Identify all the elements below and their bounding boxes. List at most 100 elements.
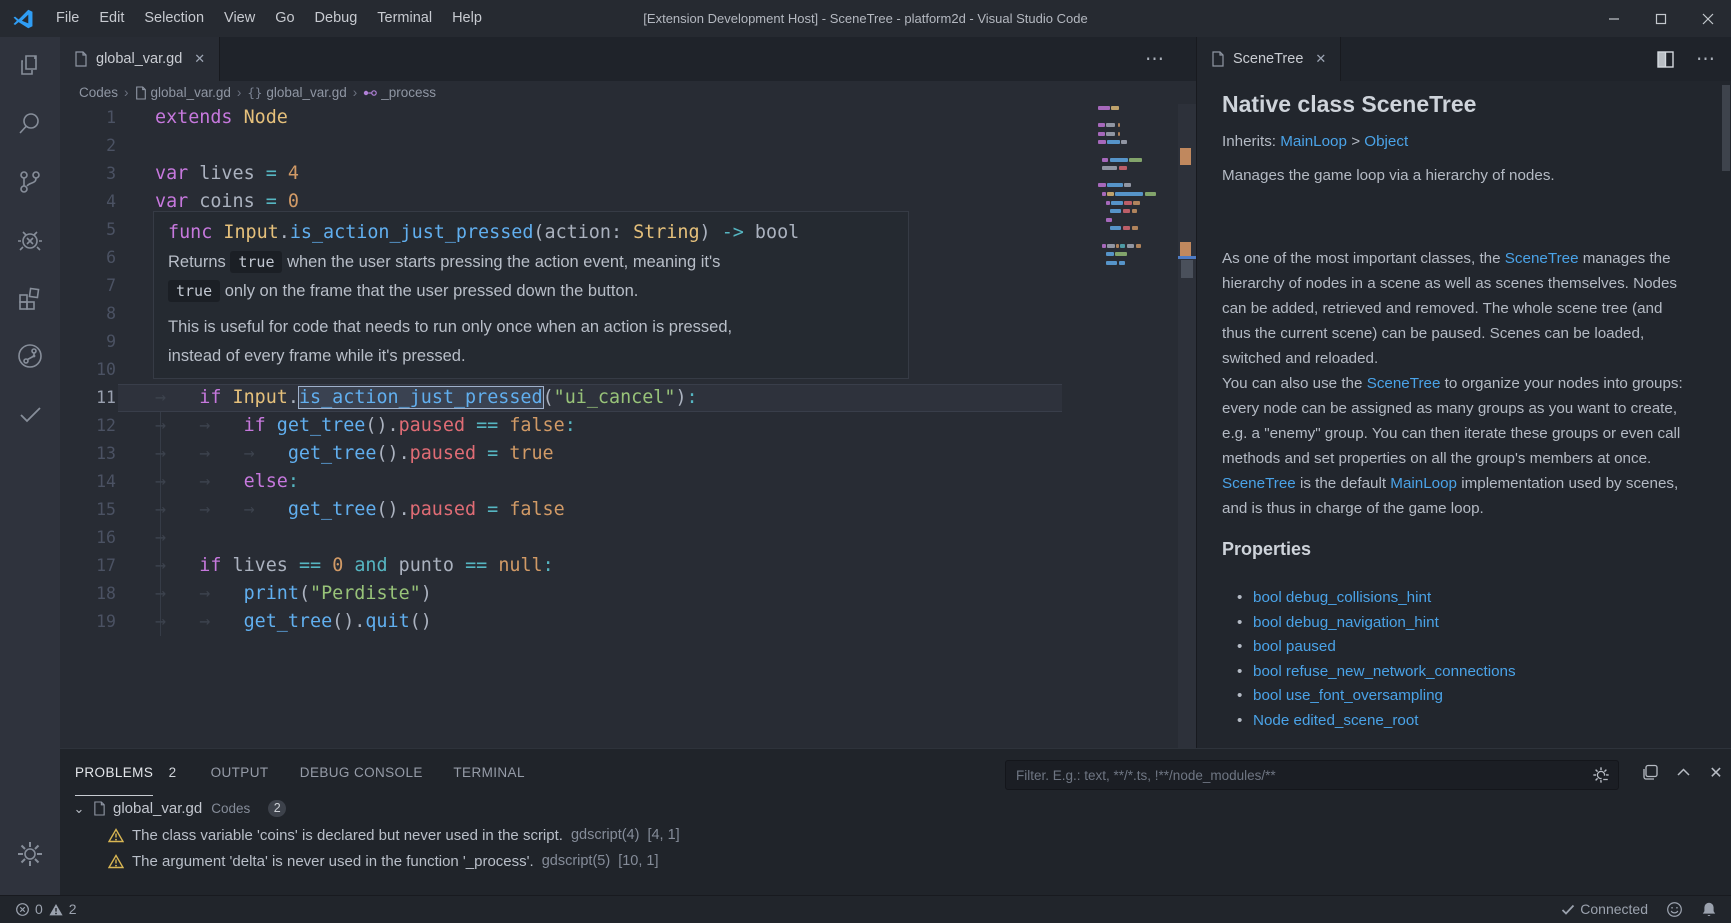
code-line-14[interactable]: 14→→else:: [60, 468, 1196, 496]
panel-tab-problems[interactable]: PROBLEMS: [75, 749, 153, 796]
doc-property-link[interactable]: bool use_font_oversampling: [1253, 687, 1443, 704]
code-line-11[interactable]: 11→if Input.is_action_just_pressed("ui_c…: [60, 384, 1196, 412]
line-number[interactable]: 14: [60, 468, 116, 496]
more-actions-icon[interactable]: ⋯: [1145, 48, 1165, 71]
line-number[interactable]: 12: [60, 412, 116, 440]
code-line-13[interactable]: 13→→→get_tree().paused = true: [60, 440, 1196, 468]
menu-terminal[interactable]: Terminal: [367, 0, 442, 37]
notifications-bell-icon[interactable]: [1692, 896, 1731, 923]
code-token: :: [611, 222, 622, 243]
maximize-icon[interactable]: [1637, 0, 1684, 37]
code-line-16[interactable]: 16→: [60, 524, 1196, 552]
maximize-panel-icon[interactable]: [1668, 749, 1698, 796]
minimap-token: [1127, 244, 1135, 248]
search-icon[interactable]: [0, 95, 60, 153]
menu-edit[interactable]: Edit: [89, 0, 134, 37]
code-line-18[interactable]: 18→→print("Perdiste"): [60, 580, 1196, 608]
problems-status[interactable]: 0 2: [13, 896, 79, 923]
code-line-3[interactable]: 3var lives = 4: [60, 160, 1196, 188]
menu-selection[interactable]: Selection: [134, 0, 214, 37]
line-number[interactable]: 8: [60, 300, 116, 328]
line-number[interactable]: 11: [60, 384, 116, 412]
tab-scenetree[interactable]: SceneTree ✕: [1197, 37, 1341, 81]
godot-tools-icon[interactable]: [0, 327, 60, 385]
filter-icon[interactable]: [1592, 766, 1610, 784]
line-number[interactable]: 17: [60, 552, 116, 580]
doc-property-link[interactable]: bool debug_collisions_hint: [1253, 589, 1431, 606]
menu-help[interactable]: Help: [442, 0, 492, 37]
problems-group-row[interactable]: ⌄global_var.gdCodes2: [60, 796, 1731, 821]
group-by-icon[interactable]: [1635, 749, 1665, 796]
split-editor-icon[interactable]: [1657, 51, 1674, 68]
menu-view[interactable]: View: [214, 0, 265, 37]
line-number[interactable]: 10: [60, 356, 116, 384]
menu-go[interactable]: Go: [265, 0, 304, 37]
problem-source: gdscript(5): [542, 853, 611, 869]
minimap[interactable]: [1098, 106, 1170, 286]
minimap-token: [1106, 132, 1115, 136]
line-number[interactable]: 16: [60, 524, 116, 552]
source-control-icon[interactable]: [0, 153, 60, 211]
doc-link[interactable]: SceneTree: [1222, 475, 1296, 492]
doc-link[interactable]: Object: [1364, 133, 1408, 150]
breadcrumb-item[interactable]: global_var.gd: [135, 85, 231, 100]
close-icon[interactable]: [1684, 0, 1731, 37]
code-token: [212, 222, 223, 243]
code-line-15[interactable]: 15→→→get_tree().paused = false: [60, 496, 1196, 524]
line-number[interactable]: 13: [60, 440, 116, 468]
line-number[interactable]: 3: [60, 160, 116, 188]
minimize-icon[interactable]: [1590, 0, 1637, 37]
panel-tab-output[interactable]: OUTPUT: [211, 749, 269, 796]
panel-tab-terminal[interactable]: TERMINAL: [453, 749, 524, 796]
line-number[interactable]: 18: [60, 580, 116, 608]
chevron-down-icon[interactable]: ⌄: [69, 801, 89, 817]
line-number[interactable]: 9: [60, 328, 116, 356]
editor-scrollbar-thumb[interactable]: [1181, 260, 1193, 278]
doc-link[interactable]: MainLoop: [1280, 133, 1347, 150]
line-number[interactable]: 4: [60, 188, 116, 216]
breadcrumb-item[interactable]: _process: [363, 85, 436, 100]
more-actions-icon[interactable]: ⋯: [1696, 48, 1716, 71]
code-line-17[interactable]: 17→if lives == 0 and punto == null:: [60, 552, 1196, 580]
checklist-icon[interactable]: [0, 385, 60, 443]
doc-property-link[interactable]: bool refuse_new_network_connections: [1253, 663, 1516, 680]
line-number[interactable]: 19: [60, 608, 116, 636]
code-line-2[interactable]: 2: [60, 132, 1196, 160]
doc-property-link[interactable]: Node edited_scene_root: [1253, 712, 1419, 729]
menu-debug[interactable]: Debug: [305, 0, 368, 37]
tab-close-icon[interactable]: ✕: [190, 49, 209, 69]
manage-gear-icon[interactable]: [0, 825, 60, 883]
filter-input[interactable]: [1006, 768, 1592, 783]
code-line-1[interactable]: 1extends Node: [60, 104, 1196, 132]
debug-icon[interactable]: [0, 211, 60, 269]
doc-link[interactable]: SceneTree: [1367, 375, 1441, 392]
code-line-19[interactable]: 19→→get_tree().quit(): [60, 608, 1196, 636]
tab-close-icon[interactable]: ✕: [1311, 49, 1330, 69]
feedback-smiley-icon[interactable]: [1657, 896, 1692, 923]
code-line-12[interactable]: 12→→if get_tree().paused == false:: [60, 412, 1196, 440]
doc-scrollbar-thumb[interactable]: [1722, 85, 1730, 171]
breadcrumb-item[interactable]: {}global_var.gd: [247, 85, 346, 100]
tab-global-var[interactable]: global_var.gd ✕: [60, 37, 220, 81]
doc-link[interactable]: MainLoop: [1390, 475, 1457, 492]
close-panel-icon[interactable]: ✕: [1701, 749, 1731, 796]
problem-row[interactable]: The class variable 'coins' is declared b…: [60, 822, 1731, 848]
activity-bar: [0, 37, 60, 895]
panel-tab-debug-console[interactable]: DEBUG CONSOLE: [300, 749, 423, 796]
explorer-icon[interactable]: [0, 37, 60, 95]
extensions-icon[interactable]: [0, 269, 60, 327]
breadcrumb-item[interactable]: Codes: [79, 85, 118, 100]
line-number[interactable]: 5: [60, 216, 116, 244]
code-editor[interactable]: 1extends Node23var lives = 44var coins =…: [60, 104, 1196, 748]
line-number[interactable]: 7: [60, 272, 116, 300]
doc-property-link[interactable]: bool debug_navigation_hint: [1253, 614, 1439, 631]
line-number[interactable]: 1: [60, 104, 116, 132]
line-number[interactable]: 2: [60, 132, 116, 160]
menu-file[interactable]: File: [46, 0, 89, 37]
problem-row[interactable]: The argument 'delta' is never used in th…: [60, 848, 1731, 874]
connection-status[interactable]: Connected: [1552, 896, 1657, 923]
line-number[interactable]: 6: [60, 244, 116, 272]
line-number[interactable]: 15: [60, 496, 116, 524]
doc-link[interactable]: SceneTree: [1505, 250, 1579, 267]
doc-property-link[interactable]: bool paused: [1253, 638, 1336, 655]
